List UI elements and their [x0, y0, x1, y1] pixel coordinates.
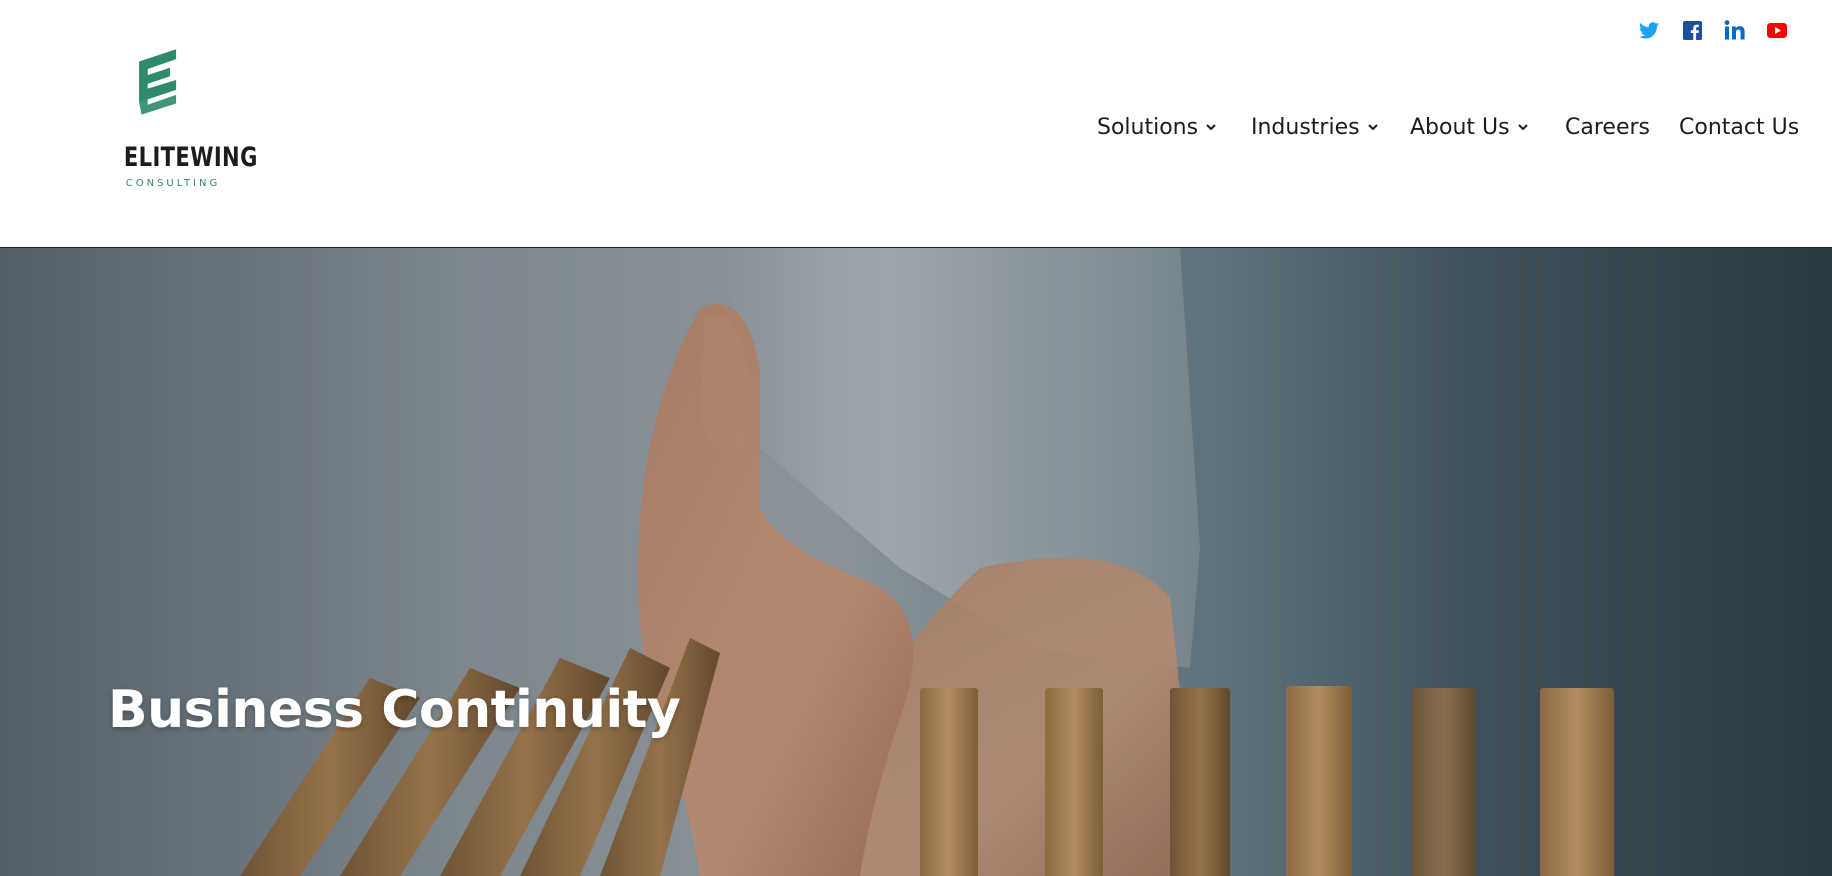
site-header: ELITEWING CONSULTING Solutions Industrie…: [0, 0, 1832, 248]
nav-item-label: Careers: [1565, 114, 1650, 140]
twitter-icon[interactable]: [1638, 18, 1660, 42]
chevron-down-icon: [1206, 124, 1216, 131]
nav-item-label: About Us: [1410, 114, 1510, 140]
nav-item-label: Solutions: [1097, 114, 1199, 140]
main-nav: Solutions Industries About Us Careers Co…: [0, 110, 1832, 144]
facebook-icon[interactable]: [1681, 18, 1703, 42]
nav-item-solutions[interactable]: Solutions: [1097, 110, 1218, 144]
brand-name: ELITEWING: [123, 142, 258, 173]
brand-tagline: CONSULTING: [125, 178, 221, 189]
nav-item-careers[interactable]: Careers: [1565, 110, 1650, 144]
hero-banner: Business Continuity: [0, 248, 1832, 876]
nav-item-industries[interactable]: Industries: [1251, 110, 1380, 144]
chevron-down-icon: [1367, 124, 1378, 131]
nav-item-contact-us[interactable]: Contact Us: [1679, 110, 1799, 144]
chevron-down-icon: [1517, 124, 1528, 131]
linkedin-icon[interactable]: [1723, 18, 1747, 42]
hero-title: Business Continuity: [108, 680, 681, 740]
nav-item-label: Contact Us: [1679, 114, 1800, 140]
hero-image-hand-stopping-dominoes: [0, 248, 1832, 876]
youtube-icon[interactable]: [1766, 18, 1788, 42]
nav-item-about-us[interactable]: About Us: [1410, 110, 1530, 144]
nav-item-label: Industries: [1251, 114, 1360, 140]
